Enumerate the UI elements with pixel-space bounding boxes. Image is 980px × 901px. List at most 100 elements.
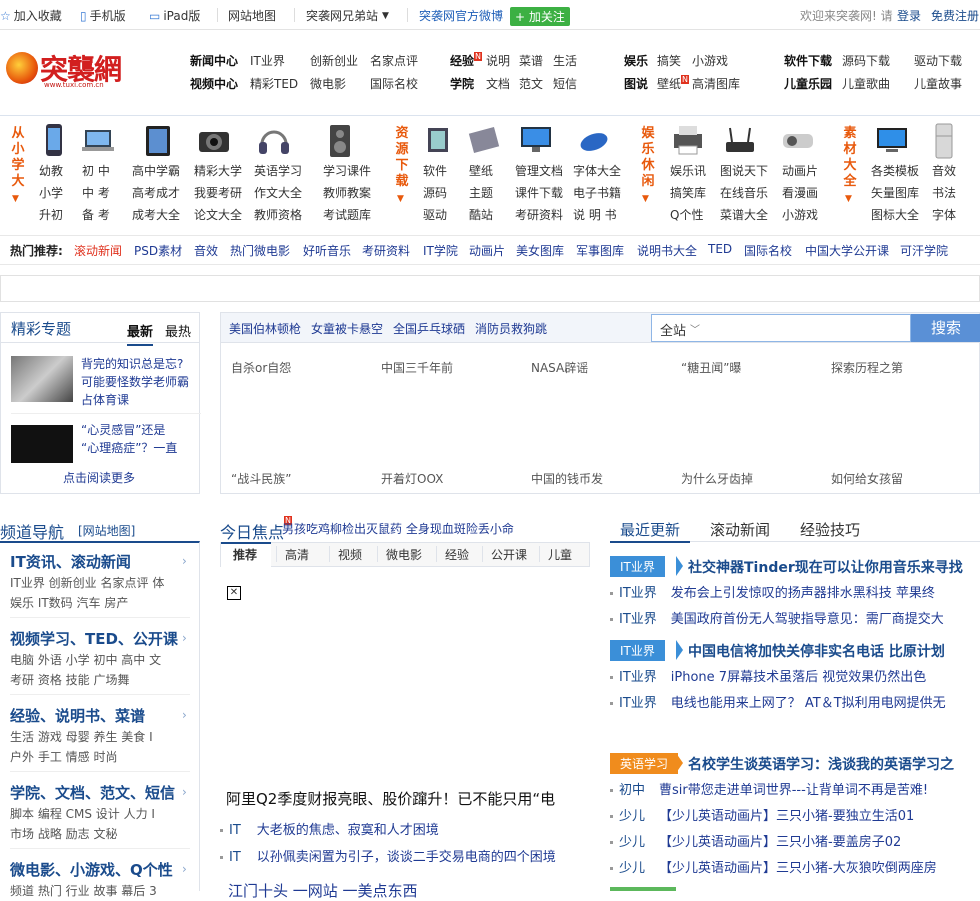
site-logo[interactable]: 突襲網 www.tuxi.com.cn <box>6 48 122 89</box>
header-nav-link[interactable]: 菜谱 <box>519 52 543 69</box>
category-link[interactable]: 字体 <box>932 206 956 223</box>
header-nav-link[interactable]: 创新创业 <box>310 52 358 69</box>
category-link[interactable]: 高中学霸 <box>132 162 180 179</box>
item-category[interactable]: IT业界 <box>619 670 657 685</box>
category-link[interactable]: 学习课件 <box>323 162 371 179</box>
item-title[interactable]: 大老板的焦虑、寂寞和人才困境 <box>257 823 439 838</box>
brother-sites-dropdown[interactable]: 突袭网兄弟站 ▼ <box>306 7 389 24</box>
item-title[interactable]: 电线也能用来上网了？ AT＆T拟利用电网提供无 <box>671 696 946 711</box>
category-link[interactable]: 成考大全 <box>132 206 180 223</box>
category-link[interactable]: 搞笑库 <box>670 184 706 201</box>
hot-link[interactable]: 美女图库 <box>516 242 564 259</box>
item-category[interactable]: IT业界 <box>619 696 657 711</box>
mobile-link[interactable]: ▯ 手机版 <box>80 7 126 24</box>
topic-item-1[interactable]: 背完的知识总是忘? 可能要怪数学老师霸 占体育课 <box>81 355 189 409</box>
item-title[interactable]: iPhone 7屏幕技术虽落后 视觉效果仍然出色 <box>671 670 926 685</box>
nav-group-links[interactable]: 电脑 外语 小学 初中 高中 文 <box>10 651 182 668</box>
header-nav-link[interactable]: 娱乐 <box>624 52 648 69</box>
group-label-entertainment[interactable]: 娱乐休闲 <box>640 126 656 190</box>
category-link[interactable]: 我要考研 <box>194 184 242 201</box>
focus-list-item[interactable]: IT 大老板的焦虑、寂寞和人才困境 <box>220 819 439 838</box>
nav-group-title[interactable]: 学院、文档、范文、短信 <box>10 782 175 803</box>
topic-thumbnail[interactable] <box>11 356 73 402</box>
nav-group-title[interactable]: 经验、说明书、菜谱 <box>10 705 145 726</box>
hot-link[interactable]: IT学院 <box>423 242 458 259</box>
header-nav-link[interactable]: 经验N <box>450 52 482 69</box>
category-link[interactable]: 初 中 <box>82 162 110 179</box>
keyword-link[interactable]: 中国的钱币发 <box>531 470 603 487</box>
category-link[interactable]: 酷站 <box>469 206 493 223</box>
keyword-link[interactable]: 如何给女孩留 <box>831 470 903 487</box>
nav-group-title[interactable]: 微电影、小游戏、Q个性 <box>10 859 173 880</box>
category-link[interactable]: 壁纸 <box>469 162 493 179</box>
group-label-study[interactable]: 从小学大 <box>10 126 26 190</box>
item-category[interactable]: 少儿 <box>619 809 645 824</box>
header-nav-link[interactable]: 驱动下载 <box>914 52 962 69</box>
group-label-materials[interactable]: 素材大全 <box>842 126 858 190</box>
item-category[interactable]: IT业界 <box>619 612 657 627</box>
tab-item[interactable]: 经验 <box>445 546 469 563</box>
category-link[interactable]: 书法 <box>932 184 956 201</box>
focus-headline[interactable]: 男孩吃鸡柳检出灭鼠药 全身现血斑险丢小命 <box>282 520 514 537</box>
nav-group-links[interactable]: 考研 资格 技能 广场舞 <box>10 671 129 688</box>
group-label-download[interactable]: 资源下载 <box>394 126 410 190</box>
hot-link[interactable]: 军事图库 <box>576 242 624 259</box>
item-category[interactable]: 少儿 <box>619 835 645 850</box>
nav-group-title[interactable]: IT资讯、滚动新闻 <box>10 551 131 572</box>
category-link[interactable]: 源码 <box>423 184 447 201</box>
update-item[interactable]: IT业界 电线也能用来上网了？ AT＆T拟利用电网提供无 <box>610 692 946 711</box>
category-link[interactable]: Q个性 <box>670 206 703 223</box>
header-nav-link[interactable]: 短信 <box>553 75 577 92</box>
register-link[interactable]: 免费注册 <box>931 7 979 24</box>
header-nav-link[interactable]: 源码下载 <box>842 52 890 69</box>
category-link[interactable]: 升初 <box>39 206 63 223</box>
scope-select[interactable]: 全站 <box>660 320 686 339</box>
item-title[interactable]: 【少儿英语动画片】三只小猪-要独立生活01 <box>659 809 914 824</box>
trending-tag[interactable]: 美国伯林顿枪 <box>229 320 301 337</box>
item-title[interactable]: 【少儿英语动画片】三只小猪-要盖房子02 <box>659 835 901 850</box>
item-title[interactable]: 美国政府首份无人驾驶指导意见：需厂商提交大 <box>671 612 944 627</box>
category-tag[interactable]: 英语学习 <box>610 753 679 774</box>
category-link[interactable]: 幼教 <box>39 162 63 179</box>
weibo-link[interactable]: 突袭网官方微博 <box>419 7 503 24</box>
category-link[interactable]: 论文大全 <box>194 206 242 223</box>
hot-link[interactable]: 可汗学院 <box>900 242 948 259</box>
header-nav-link[interactable]: 说明 <box>486 52 510 69</box>
category-link[interactable]: 高考成才 <box>132 184 180 201</box>
topic-item-2[interactable]: “心灵感冒”还是 “心理癌症”？一直 <box>81 421 177 459</box>
header-nav-link[interactable]: 壁纸N <box>657 75 689 92</box>
item-title[interactable]: 曹sir带您走进单词世界---让背单词不再是苦难! <box>659 783 928 798</box>
add-favorite-link[interactable]: ☆ 加入收藏 <box>0 7 62 24</box>
category-link[interactable]: 中 考 <box>82 184 110 201</box>
nav-group-links[interactable]: 户外 手工 情感 时尚 <box>10 748 117 765</box>
item-category[interactable]: 少儿 <box>619 861 645 876</box>
hot-link[interactable]: 中国大学公开课 <box>805 242 889 259</box>
category-link[interactable]: 考试题库 <box>323 206 371 223</box>
search-button[interactable]: 搜索 <box>911 314 980 342</box>
trending-tag[interactable]: 女童被卡悬空 <box>311 320 383 337</box>
category-link[interactable]: 作文大全 <box>254 184 302 201</box>
update-item[interactable]: IT业界 美国政府首份无人驾驶指导意见：需厂商提交大 <box>610 608 944 627</box>
tab-hottest[interactable]: 最热 <box>165 321 191 340</box>
keyword-link[interactable]: “战斗民族” <box>231 470 291 487</box>
hot-link[interactable]: 说明书大全 <box>637 242 697 259</box>
category-link[interactable]: 小学 <box>39 184 63 201</box>
header-nav-link[interactable]: 高清图库 <box>692 75 740 92</box>
topic-thumbnail[interactable] <box>11 425 73 463</box>
nav-group-links[interactable]: 娱乐 IT数码 汽车 房产 <box>10 594 128 611</box>
header-nav-link[interactable]: IT业界 <box>250 52 285 69</box>
header-nav-link[interactable]: 微电影 <box>310 75 346 92</box>
hot-link[interactable]: 国际名校 <box>744 242 792 259</box>
category-link[interactable]: 教师教案 <box>323 184 371 201</box>
item-title[interactable]: 发布会上引发惊叹的扬声器排水黑科技 苹果终 <box>671 586 935 601</box>
category-link[interactable]: 图标大全 <box>871 206 919 223</box>
keyword-link[interactable]: “糖丑闻”曝 <box>681 359 741 376</box>
focus-list-item[interactable]: IT 以孙佩卖闲置为引子，谈谈二手交易电商的四个困境 <box>220 846 556 865</box>
hot-link[interactable]: PSD素材 <box>134 242 182 259</box>
update-item[interactable]: 初中 曹sir带您走进单词世界---让背单词不再是苦难! <box>610 779 928 798</box>
block-headline[interactable]: 社交神器Tinder现在可以让你用音乐来寻找 <box>688 557 963 577</box>
update-item[interactable]: 少儿 【少儿英语动画片】三只小猪-要盖房子02 <box>610 831 901 850</box>
update-item[interactable]: 少儿 【少儿英语动画片】三只小猪-大灰狼吹倒两座房 <box>610 857 937 876</box>
login-link[interactable]: 登录 <box>897 7 921 24</box>
item-category[interactable]: IT <box>229 823 241 838</box>
